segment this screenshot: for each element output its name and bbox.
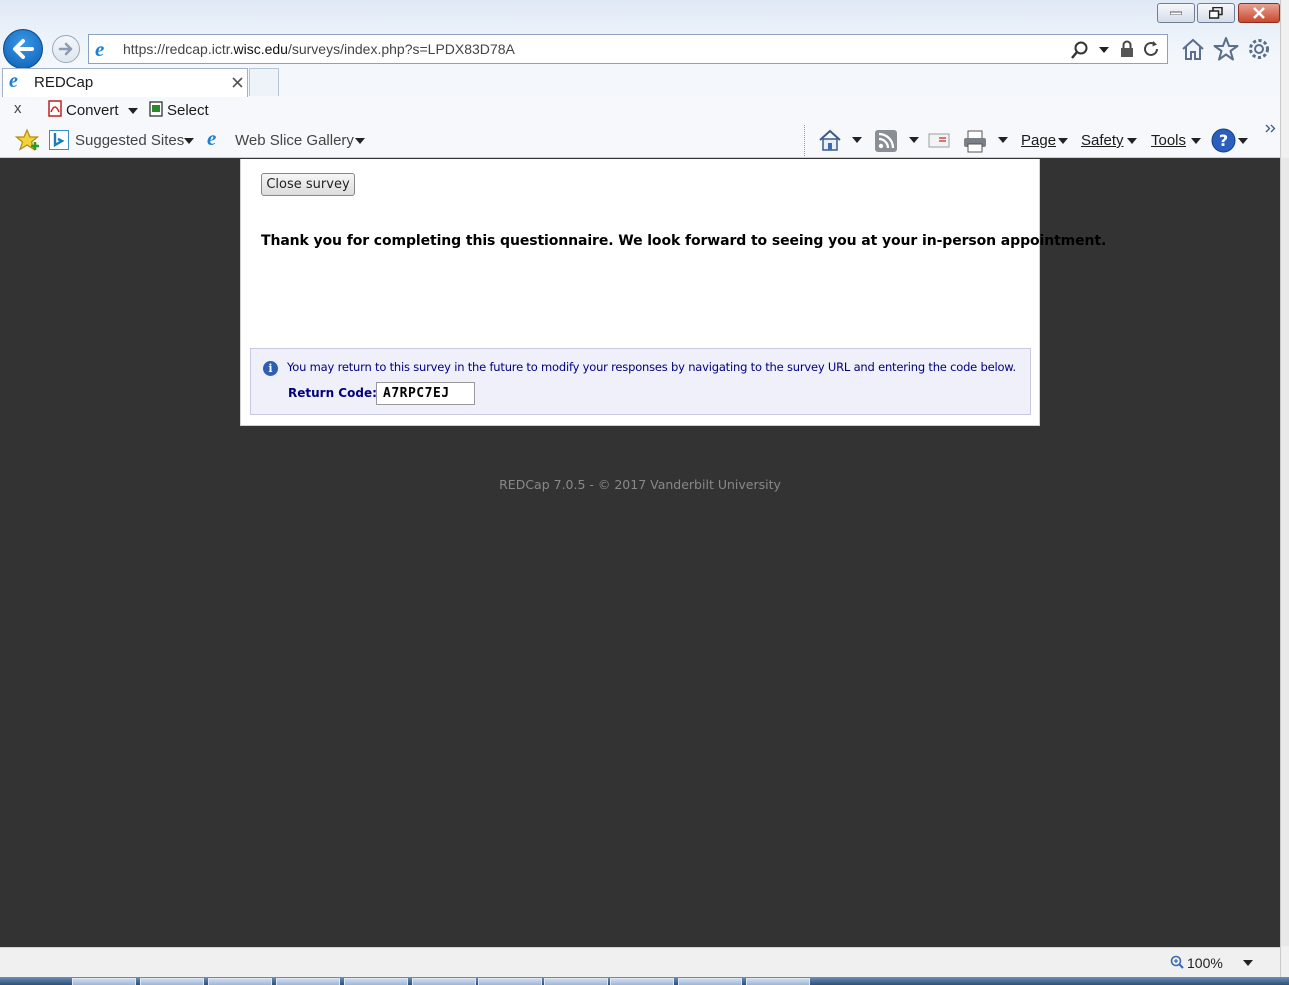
feeds-icon[interactable] <box>875 130 897 152</box>
info-icon: i <box>263 361 278 376</box>
help-dropdown-icon[interactable] <box>1238 138 1248 144</box>
url-domain: wisc.edu <box>233 41 288 57</box>
url-text[interactable]: https://redcap.ictr.wisc.edu/surveys/ind… <box>123 41 515 57</box>
help-icon[interactable]: ? <box>1211 128 1236 153</box>
status-bar: 100% <box>0 947 1280 977</box>
select-button[interactable]: Select <box>167 102 209 119</box>
svg-text:?: ? <box>1219 131 1228 150</box>
tab-redcap[interactable]: e REDCap <box>2 68 248 97</box>
read-mail-icon[interactable] <box>928 131 950 149</box>
taskbar-item[interactable] <box>478 978 542 985</box>
web-slice-gallery-link[interactable]: Web Slice Gallery <box>235 132 354 149</box>
url-prefix: https://redcap.ictr. <box>123 41 234 57</box>
return-code-label: Return Code: <box>288 386 377 400</box>
safety-menu[interactable]: Safety <box>1081 132 1124 149</box>
taskbar-item[interactable] <box>746 978 810 985</box>
footer-copyright: REDCap 7.0.5 - © 2017 Vanderbilt Univers… <box>499 477 781 492</box>
new-tab-button[interactable] <box>249 68 279 96</box>
taskbar-item[interactable] <box>140 978 204 985</box>
home-page-icon[interactable] <box>818 129 842 151</box>
chevron-more-icon[interactable] <box>1265 123 1277 135</box>
restore-icon <box>1209 7 1223 19</box>
zoom-level[interactable]: 100% <box>1187 955 1223 971</box>
page-menu[interactable]: Page <box>1021 132 1056 149</box>
command-bar-close-button[interactable]: x <box>14 100 22 117</box>
pdf-convert-icon <box>48 100 62 117</box>
taskbar-item[interactable] <box>412 978 476 985</box>
return-code-field[interactable]: A7RPC7EJ <box>376 382 475 405</box>
address-bar[interactable]: e https://redcap.ictr.wisc.edu/surveys/i… <box>88 34 1168 64</box>
vertical-scrollbar[interactable] <box>1281 158 1289 946</box>
favorites-star-icon[interactable] <box>1213 36 1239 62</box>
convert-button[interactable]: Convert <box>66 102 119 119</box>
suggested-sites-dropdown-icon[interactable] <box>184 138 194 144</box>
web-slice-ie-icon: e <box>207 126 217 150</box>
return-code-box: i You may return to this survey in the f… <box>250 348 1031 415</box>
taskbar-item[interactable] <box>276 978 340 985</box>
close-window-button[interactable] <box>1238 3 1280 23</box>
bing-icon <box>49 130 69 150</box>
page-menu-dropdown-icon[interactable] <box>1058 138 1068 144</box>
taskbar-item[interactable] <box>610 978 674 985</box>
taskbar-item[interactable] <box>208 978 272 985</box>
lock-icon[interactable] <box>1120 40 1134 58</box>
select-icon <box>149 101 163 117</box>
survey-panel: Close survey Thank you for completing th… <box>240 159 1106 426</box>
safety-menu-dropdown-icon[interactable] <box>1127 138 1137 144</box>
print-icon[interactable] <box>962 129 988 153</box>
zoom-dropdown-icon[interactable] <box>1243 960 1253 966</box>
zoom-icon <box>1170 955 1184 969</box>
back-arrow-icon <box>13 39 34 59</box>
settings-gear-icon[interactable] <box>1247 37 1271 61</box>
home-icon[interactable] <box>1180 37 1206 61</box>
tools-menu-dropdown-icon[interactable] <box>1191 138 1201 144</box>
toolbar-separator <box>804 125 806 156</box>
restore-button[interactable] <box>1197 3 1235 23</box>
tab-title: REDCap <box>34 74 94 91</box>
forward-arrow-icon <box>58 42 73 56</box>
minimize-icon <box>1170 11 1182 15</box>
favorites-bar: Suggested Sites e Web Slice Gallery Page… <box>0 123 1280 158</box>
close-icon <box>1253 7 1265 19</box>
url-path: /surveys/index.php?s=LPDX83D78A <box>287 41 515 57</box>
print-dropdown-icon[interactable] <box>998 137 1008 143</box>
convert-dropdown-icon[interactable] <box>128 108 138 114</box>
refresh-icon[interactable] <box>1143 40 1161 58</box>
close-tab-icon[interactable] <box>232 77 243 88</box>
taskbar-item[interactable] <box>678 978 742 985</box>
taskbar-item[interactable] <box>344 978 408 985</box>
feeds-dropdown-icon[interactable] <box>909 137 919 143</box>
return-info-text: You may return to this survey in the fut… <box>287 360 1016 374</box>
suggested-sites-link[interactable]: Suggested Sites <box>75 132 184 149</box>
search-icon[interactable] <box>1071 41 1089 59</box>
home-dropdown-icon[interactable] <box>852 137 862 143</box>
tools-menu[interactable]: Tools <box>1151 132 1186 149</box>
ie-page-icon: e <box>95 37 105 61</box>
command-bar: x Convert Select <box>0 97 1280 123</box>
thank-you-message: Thank you for completing this questionna… <box>261 233 1107 249</box>
taskbar-item[interactable] <box>544 978 608 985</box>
web-slice-dropdown-icon[interactable] <box>355 138 365 144</box>
search-dropdown-icon[interactable] <box>1099 47 1109 53</box>
minimize-button[interactable] <box>1157 3 1195 23</box>
forward-button[interactable] <box>52 35 80 63</box>
close-survey-button[interactable]: Close survey <box>261 173 355 196</box>
ie-tab-icon: e <box>9 70 18 92</box>
add-favorite-star-icon[interactable] <box>15 128 41 154</box>
back-button[interactable] <box>3 29 43 69</box>
taskbar-item[interactable] <box>72 978 136 985</box>
